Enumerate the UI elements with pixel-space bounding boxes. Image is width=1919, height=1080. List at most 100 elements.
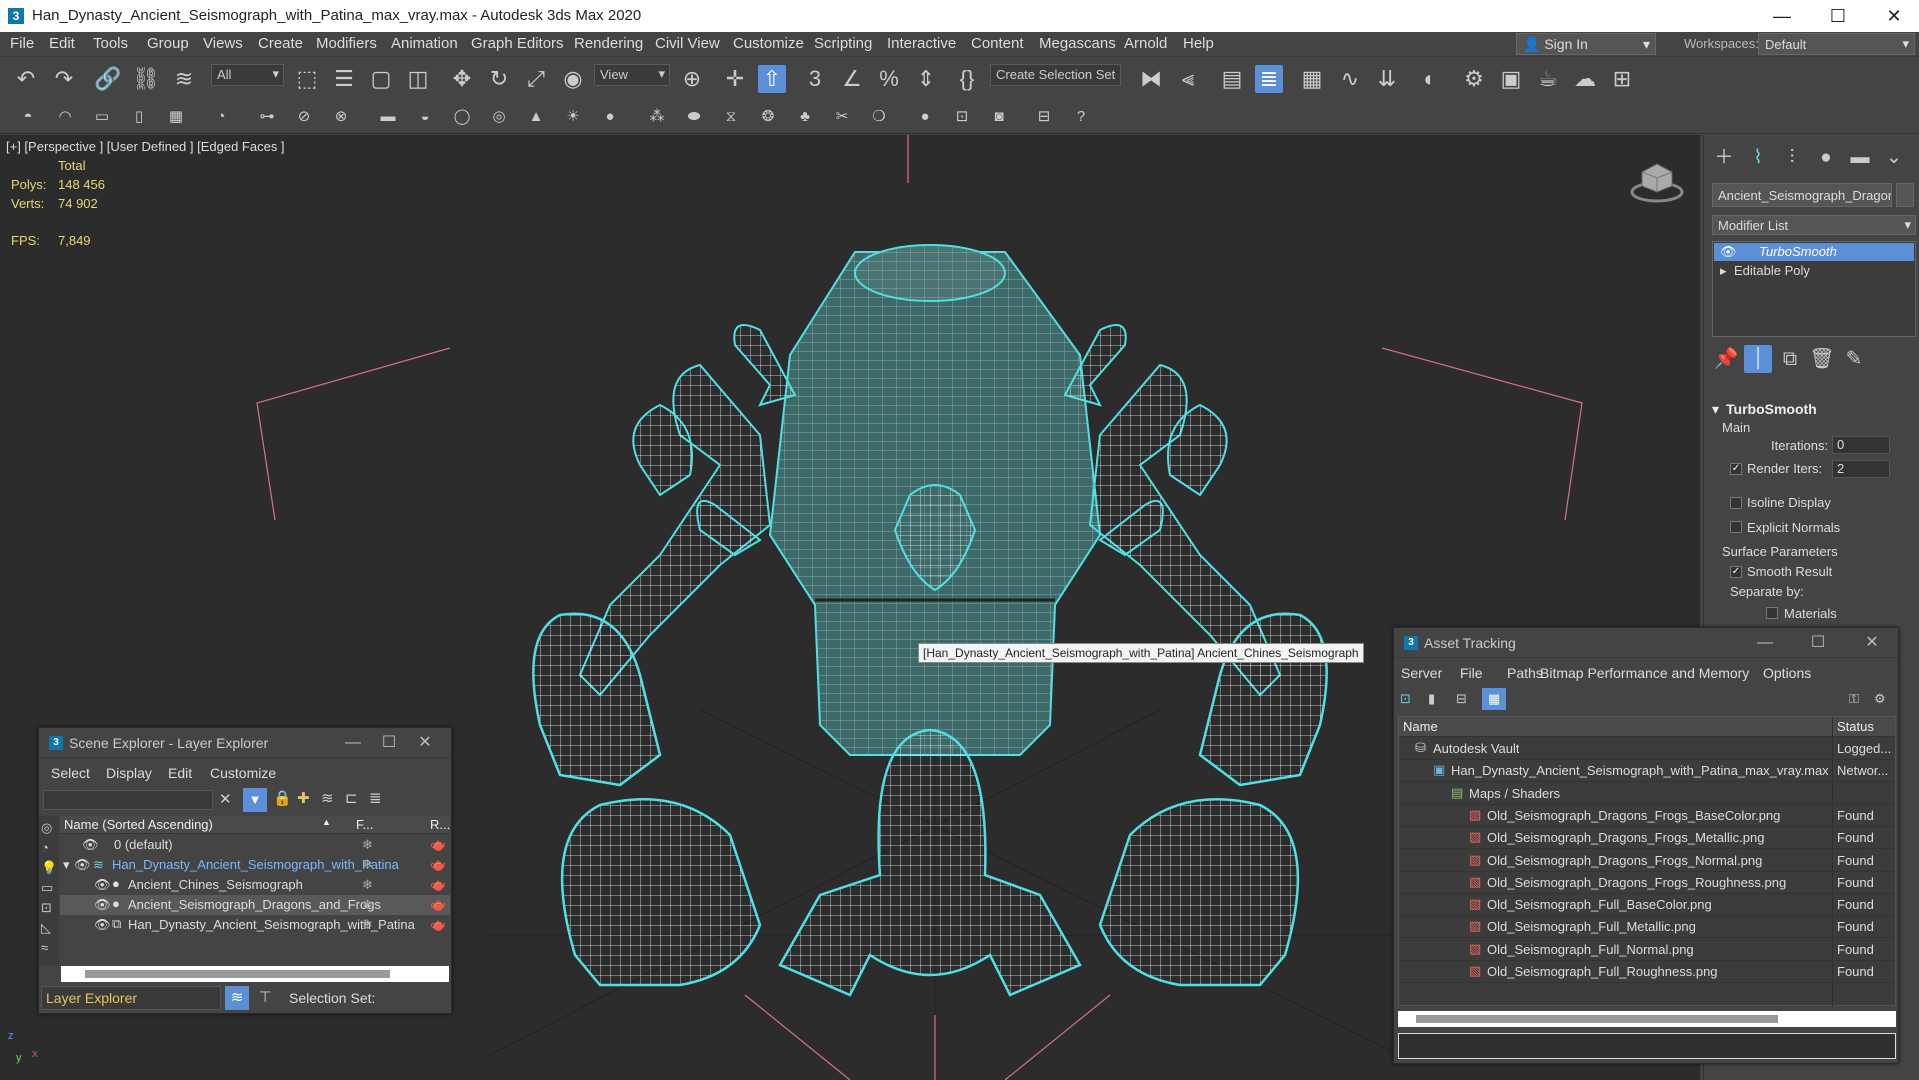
- close-button[interactable]: ✕: [1856, 631, 1888, 655]
- menu-megascans[interactable]: Megascans: [1039, 35, 1116, 52]
- asset-row[interactable]: ▤ Maps / Shaders: [1399, 783, 1895, 805]
- menu-graph-editors[interactable]: Graph Editors: [471, 35, 564, 52]
- at-horizontal-scrollbar[interactable]: [1398, 1011, 1896, 1027]
- render-iters-checkbox[interactable]: ✓: [1730, 463, 1742, 475]
- snaps-toggle-icon[interactable]: 3: [801, 65, 829, 93]
- menu-civil-view[interactable]: Civil View: [655, 35, 720, 52]
- disc-icon[interactable]: ◯: [451, 106, 473, 128]
- vray-material-icon[interactable]: ●: [914, 106, 936, 128]
- camera-icon[interactable]: ⊶: [256, 106, 278, 128]
- ies-light-icon[interactable]: ◎: [488, 106, 510, 128]
- geometry-filter-icon[interactable]: ◎: [41, 820, 52, 836]
- redo-icon[interactable]: ↷: [50, 65, 78, 93]
- menu-animation[interactable]: Animation: [391, 35, 458, 52]
- refresh-icon[interactable]: ⊡: [1400, 691, 1411, 707]
- menu-create[interactable]: Create: [258, 35, 303, 52]
- eye-icon[interactable]: 👁: [94, 877, 111, 893]
- create-tab-icon[interactable]: ＋: [1710, 145, 1738, 171]
- percent-snap-icon[interactable]: %: [875, 65, 903, 93]
- eye-icon[interactable]: 👁: [74, 857, 91, 873]
- select-scale-icon[interactable]: ⤢: [522, 65, 550, 93]
- menu-rendering[interactable]: Rendering: [574, 35, 643, 52]
- display-tab-icon[interactable]: ▬: [1846, 145, 1874, 171]
- maximize-button[interactable]: ☐: [1815, 0, 1861, 32]
- close-button[interactable]: ✕: [409, 731, 441, 755]
- menu-modifiers[interactable]: Modifiers: [316, 35, 377, 52]
- spacewarp-filter-icon[interactable]: ◺: [41, 920, 51, 936]
- at-menu-file[interactable]: File: [1460, 665, 1483, 681]
- materials-checkbox[interactable]: [1766, 607, 1778, 619]
- make-unique-icon[interactable]: ⧉: [1776, 345, 1804, 373]
- viewport-label[interactable]: [+] [Perspective ] [User Defined ] [Edge…: [6, 139, 285, 154]
- list-view-icon[interactable]: ▮: [1428, 691, 1435, 707]
- camera-filter-icon[interactable]: ▭: [41, 880, 53, 896]
- object-name-field[interactable]: Ancient_Seismograph_Dragons_a: [1712, 183, 1892, 207]
- menu-views[interactable]: Views: [203, 35, 243, 52]
- asset-row[interactable]: ⛁ Autodesk Vault Logged...: [1399, 738, 1895, 760]
- chevron-down-icon[interactable]: ▾: [63, 857, 70, 873]
- expand-icon[interactable]: ▸: [1720, 263, 1727, 279]
- asset-row[interactable]: ▧ Old_Seismograph_Full_BaseColor.png Found: [1399, 894, 1895, 917]
- unlink-icon[interactable]: ⛓: [132, 65, 160, 93]
- layer-explorer-mode-icon[interactable]: ≋: [225, 986, 249, 1010]
- se-search-input[interactable]: [43, 790, 213, 810]
- at-menu-server[interactable]: Server: [1401, 665, 1442, 681]
- viewcube-icon[interactable]: [1630, 160, 1684, 204]
- renderable-icon[interactable]: 🫖: [430, 877, 446, 893]
- explicit-normals-checkbox[interactable]: [1730, 521, 1742, 533]
- remove-modifier-icon[interactable]: 🗑: [1808, 345, 1836, 373]
- object-color-swatch[interactable]: [1896, 183, 1914, 207]
- menu-arnold[interactable]: Arnold: [1124, 35, 1167, 52]
- freeze-icon[interactable]: ❄: [362, 877, 373, 893]
- ambient-light-icon[interactable]: ●: [599, 106, 621, 128]
- filter-icon[interactable]: ▼: [243, 788, 267, 812]
- asset-row[interactable]: ▧ Old_Seismograph_Dragons_Frogs_Normal.pn…: [1399, 850, 1895, 872]
- renderable-icon[interactable]: 🫖: [430, 897, 446, 913]
- menu-interactive[interactable]: Interactive: [887, 35, 956, 52]
- se-menu-customize[interactable]: Customize: [210, 765, 276, 781]
- vray-frame-buffer-icon[interactable]: ⊡: [951, 106, 973, 128]
- eye-icon[interactable]: 👁: [94, 917, 111, 933]
- rectangular-selection-icon[interactable]: ▢: [367, 65, 395, 93]
- select-manipulate-icon[interactable]: ✛: [721, 65, 749, 93]
- plane-icon[interactable]: ▦: [165, 106, 187, 128]
- light-filter-icon[interactable]: 💡: [41, 860, 57, 876]
- se-menu-display[interactable]: Display: [106, 765, 152, 781]
- render-iters-spinner[interactable]: 2: [1832, 460, 1890, 478]
- minimize-button[interactable]: —: [1759, 0, 1805, 32]
- light-icon[interactable]: ◔: [210, 106, 232, 128]
- freeze-icon[interactable]: ❄: [362, 837, 373, 853]
- at-menu-bitmap-performance[interactable]: Bitmap Performance and Memory: [1540, 665, 1749, 681]
- asset-tracking-titlebar[interactable]: 3 Asset Tracking — ☐ ✕: [1394, 628, 1898, 658]
- menu-scripting[interactable]: Scripting: [814, 35, 872, 52]
- decal-icon[interactable]: ✂: [831, 106, 853, 128]
- menu-customize[interactable]: Customize: [733, 35, 804, 52]
- smooth-result-checkbox[interactable]: ✓: [1730, 566, 1742, 578]
- se-menu-select[interactable]: Select: [51, 765, 90, 781]
- sign-in-dropdown[interactable]: 👤 Sign In ▾: [1516, 33, 1656, 55]
- configure-modifier-sets-icon[interactable]: ✎: [1840, 345, 1868, 373]
- keyboard-shortcut-override-icon[interactable]: ⇧: [758, 65, 786, 93]
- render-grid-icon[interactable]: ⊞: [1608, 65, 1636, 93]
- vault-settings-icon[interactable]: ⚙: [1874, 691, 1886, 707]
- render-iterative-icon[interactable]: ☁: [1571, 65, 1599, 93]
- rectangle-shape-icon[interactable]: ▬: [377, 106, 399, 128]
- show-end-result-icon[interactable]: ⏐: [1744, 345, 1772, 373]
- cylinder-icon[interactable]: ▯: [128, 106, 150, 128]
- material-editor-icon[interactable]: ◐: [1416, 65, 1444, 93]
- rollout-expand-icon[interactable]: ▾: [1712, 401, 1719, 418]
- sun-icon[interactable]: ☀: [562, 106, 584, 128]
- stack-item-editable-poly[interactable]: ▸ Editable Poly: [1714, 262, 1914, 280]
- asset-row[interactable]: ▧ Old_Seismograph_Dragons_Frogs_Metallic.…: [1399, 827, 1895, 850]
- layer-row[interactable]: ▾ 👁 ≋ Han_Dynasty_Ancient_Seismograph_wi…: [60, 855, 450, 875]
- eye-icon[interactable]: 👁: [94, 897, 111, 913]
- select-move-icon[interactable]: ✥: [448, 65, 476, 93]
- clear-search-icon[interactable]: ✕: [219, 790, 235, 810]
- object-row-selected[interactable]: 👁 ● Ancient_Seismograph_Dragons_and_Frog…: [60, 895, 450, 915]
- edit-named-selection-icon[interactable]: {}: [953, 65, 981, 93]
- select-rotate-icon[interactable]: ↻: [485, 65, 513, 93]
- menu-group[interactable]: Group: [147, 35, 189, 52]
- vray-toolbar-icon[interactable]: ⊟: [1033, 106, 1055, 128]
- status-column-header[interactable]: Status: [1837, 719, 1874, 734]
- box-icon[interactable]: ▭: [91, 106, 113, 128]
